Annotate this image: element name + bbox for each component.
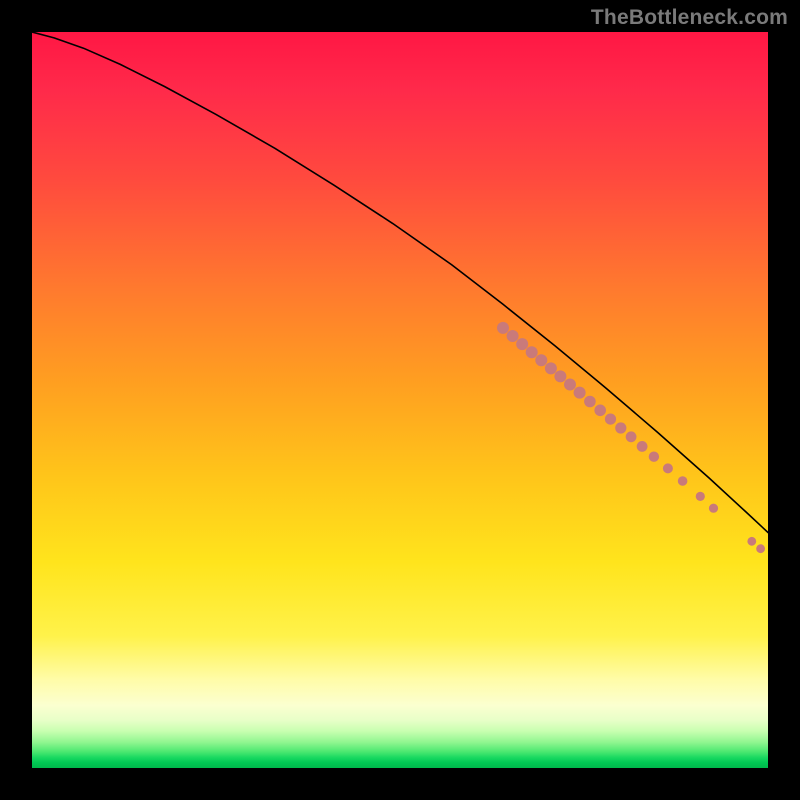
scatter-dot <box>756 544 765 553</box>
scatter-dot <box>516 338 528 350</box>
scatter-dot <box>594 405 606 417</box>
scatter-dot <box>554 370 566 382</box>
scatter-dot <box>678 476 688 486</box>
scatter-dot <box>709 504 718 513</box>
scatter-dot <box>497 322 509 334</box>
scatter-dot <box>663 463 673 473</box>
plot-area <box>32 32 768 768</box>
scatter-dot <box>545 362 557 374</box>
scatter-dot <box>526 346 538 358</box>
scatter-dot <box>507 330 519 342</box>
scatter-dot <box>637 441 648 452</box>
scatter-dot <box>696 492 705 501</box>
scatter-dot <box>535 354 547 366</box>
scatter-dot <box>605 414 616 425</box>
chart-stage: TheBottleneck.com <box>0 0 800 800</box>
scatter-dot <box>626 431 637 442</box>
watermark-label: TheBottleneck.com <box>591 6 788 30</box>
scatter-dot <box>649 452 659 462</box>
scatter-dot <box>615 422 626 433</box>
scatter-dot <box>574 387 586 399</box>
scatter-dot <box>564 379 576 391</box>
scatter-dots <box>497 322 765 553</box>
chart-svg <box>32 32 768 768</box>
scatter-dot <box>584 396 596 408</box>
scatter-dot <box>747 537 756 546</box>
